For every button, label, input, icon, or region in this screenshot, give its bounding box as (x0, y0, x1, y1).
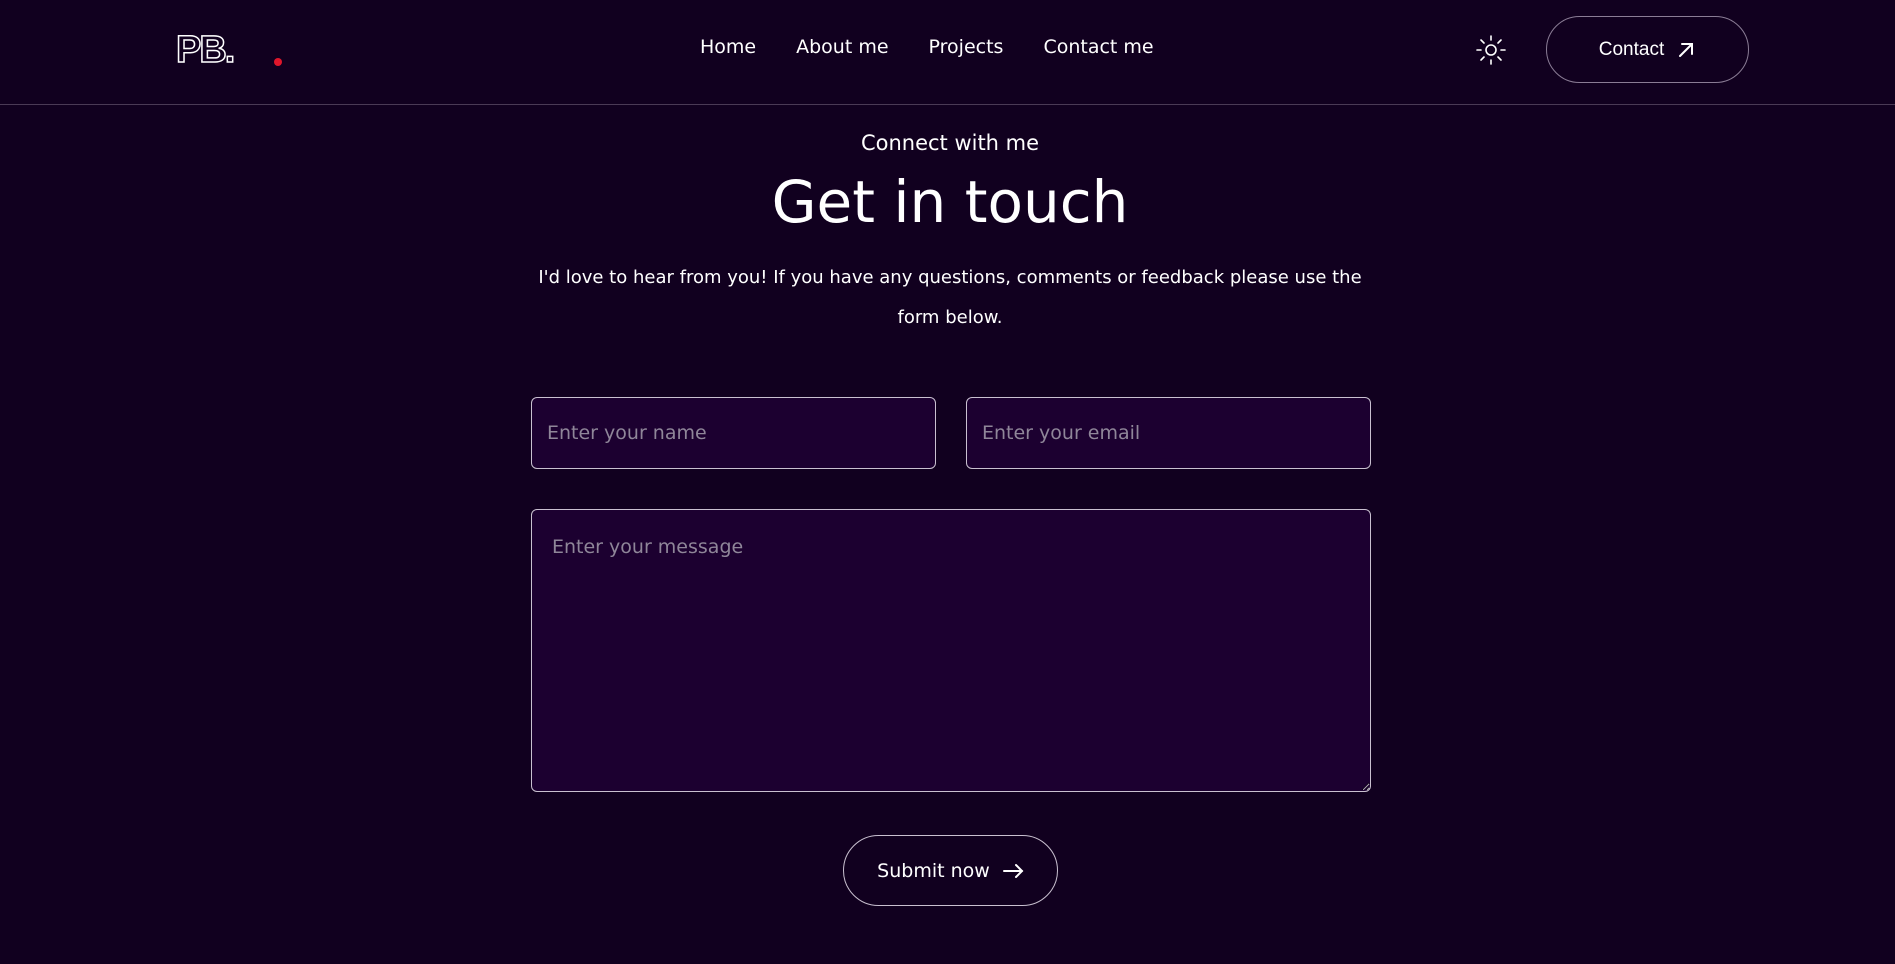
message-textarea[interactable] (531, 509, 1371, 792)
nav-home-link[interactable]: Home (700, 36, 756, 58)
sun-icon (1476, 35, 1506, 65)
email-input[interactable] (966, 397, 1371, 469)
main-nav: Home About me Projects Contact me (700, 36, 1154, 58)
logo-text: PB. (176, 32, 233, 68)
logo-dot (274, 58, 282, 66)
name-input[interactable] (531, 397, 936, 469)
logo[interactable]: PB. (176, 32, 286, 68)
nav-about-link[interactable]: About me (796, 36, 888, 58)
contact-button[interactable]: Contact (1546, 16, 1749, 83)
section-eyebrow: Connect with me (860, 131, 1040, 155)
intro-text: I'd love to hear from you! If you have a… (538, 267, 1362, 328)
arrow-right-icon (1002, 863, 1024, 878)
nav-projects-link[interactable]: Projects (929, 36, 1004, 58)
navbar: PB. Home About me Projects Contact me Co… (0, 0, 1895, 105)
theme-toggle-button[interactable] (1475, 34, 1507, 66)
submit-button[interactable]: Submit now (843, 835, 1058, 906)
contact-button-label: Contact (1598, 38, 1665, 60)
arrow-up-right-icon (1679, 42, 1694, 57)
page-title: Get in touch (771, 168, 1129, 236)
nav-contact-link[interactable]: Contact me (1043, 36, 1153, 58)
submit-button-label: Submit now (877, 859, 990, 882)
